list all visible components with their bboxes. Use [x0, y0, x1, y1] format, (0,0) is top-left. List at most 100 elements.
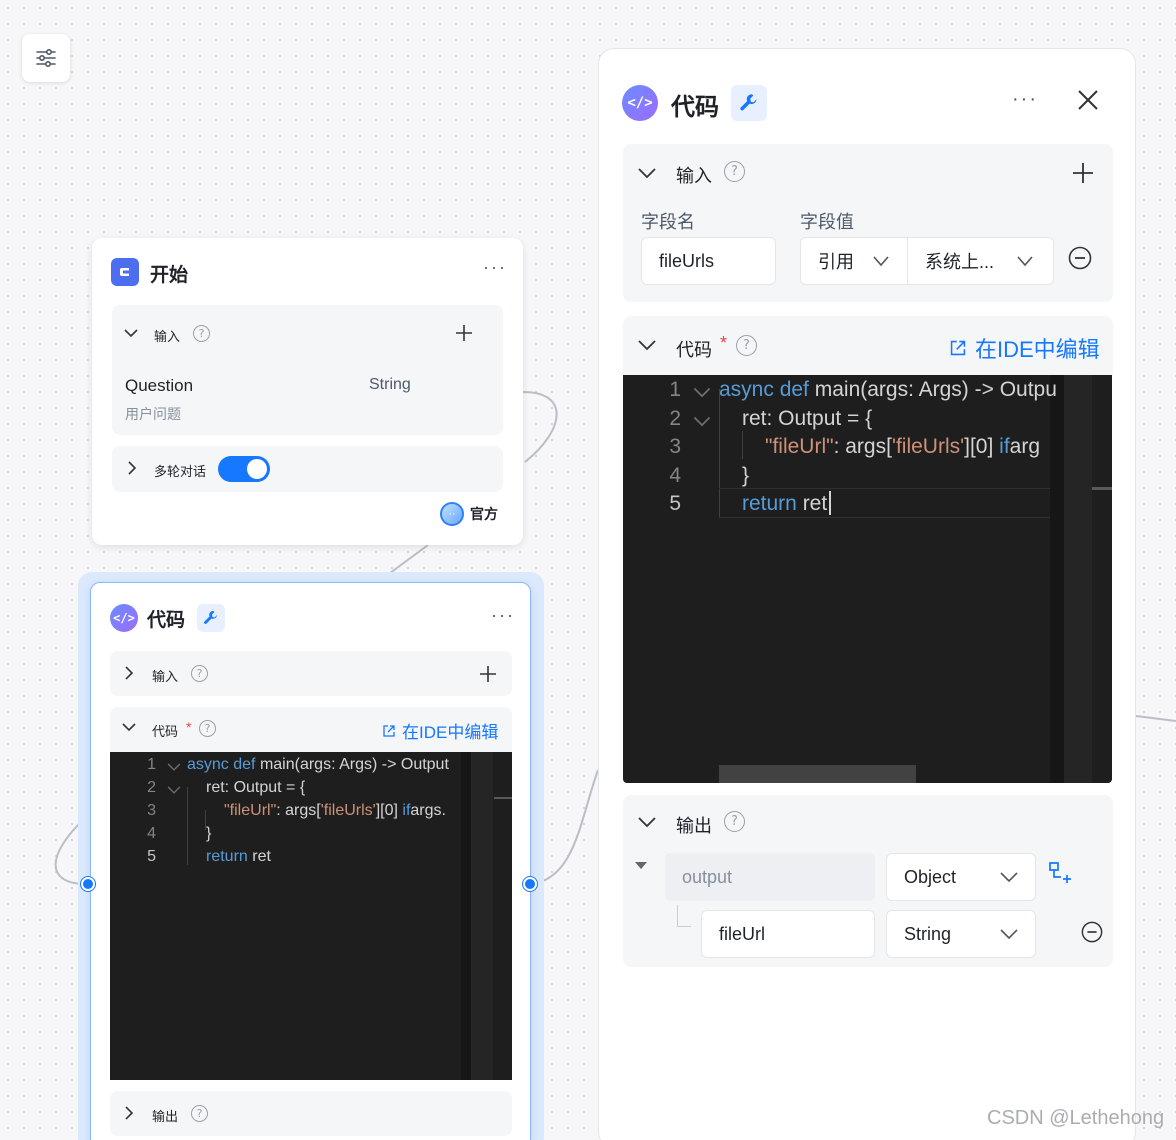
code-token: async def	[187, 756, 256, 773]
start-node[interactable]: 开始 ··· 输入 ? Question String 用户问题 多轮对话 ··…	[92, 238, 523, 545]
fold-chevron-icon[interactable]	[693, 386, 711, 399]
chevron-down-icon[interactable]	[121, 721, 137, 733]
required-mark: *	[186, 719, 192, 735]
help-icon[interactable]: ?	[724, 161, 745, 182]
code-token: ][0]	[375, 802, 403, 819]
code-node-input-port[interactable]	[81, 877, 95, 891]
multi-turn-label: 多轮对话	[154, 464, 207, 479]
line-number: 4	[147, 825, 156, 842]
line-number: 4	[669, 463, 681, 487]
official-avatar-icon: ··	[440, 502, 464, 526]
code-token: }	[206, 825, 212, 842]
chevron-right-icon[interactable]	[123, 1105, 135, 1121]
add-child-field-icon[interactable]	[1047, 861, 1073, 885]
code-token: }	[742, 463, 750, 487]
help-icon[interactable]: ?	[724, 811, 745, 832]
code-node-output-label: 输出	[152, 1109, 179, 1124]
multi-turn-row: 多轮对话	[112, 446, 503, 492]
panel-code-editor[interactable]: 1 async def main(args: Args) -> Outpu 2 ret…	[623, 375, 1112, 783]
output-child-type-select[interactable]: String	[886, 910, 1036, 958]
ref-value-select[interactable]: 系统上...	[908, 238, 1053, 284]
start-field-desc: 用户问题	[125, 406, 181, 422]
code-token: main(args: Args) -> Outpu	[814, 378, 1057, 401]
code-token: return	[742, 492, 797, 515]
edit-external-icon	[950, 340, 966, 356]
editor-scrollbar[interactable]	[494, 797, 512, 799]
code-token: : args[	[833, 435, 892, 458]
line-number: 5	[669, 492, 681, 515]
caret-down-icon[interactable]	[634, 861, 648, 871]
code-node-more-button[interactable]: ···	[491, 606, 515, 624]
remove-field-icon[interactable]	[1068, 246, 1092, 270]
canvas-settings-button[interactable]	[22, 34, 70, 82]
output-child-name-input[interactable]: fileUrl	[701, 910, 875, 958]
line-number: 1	[669, 378, 681, 401]
start-field-name: Question	[125, 376, 194, 395]
code-token: : args[	[276, 802, 321, 819]
ref-type-select[interactable]: 引用	[801, 238, 908, 284]
chevron-right-icon[interactable]	[126, 460, 138, 476]
code-token: "fileUrl"	[224, 802, 277, 819]
code-token: async def	[719, 378, 809, 401]
line-number: 3	[669, 435, 681, 458]
fold-chevron-icon[interactable]	[167, 785, 181, 795]
code-node-output-port[interactable]	[523, 877, 537, 891]
multi-turn-toggle[interactable]	[218, 456, 270, 482]
code-line: async def main(args: Args) -> Output	[187, 756, 449, 774]
line-number: 2	[669, 406, 681, 430]
start-node-more-button[interactable]: ···	[483, 258, 507, 276]
tree-connector	[677, 905, 691, 927]
help-icon[interactable]: ?	[191, 1105, 208, 1122]
output-root-type-value: Object	[904, 866, 957, 887]
chevron-down-icon[interactable]	[637, 338, 657, 352]
add-input-button[interactable]	[455, 324, 473, 342]
output-child-type-value: String	[904, 923, 952, 944]
fold-chevron-icon[interactable]	[693, 415, 711, 428]
chevron-down-icon	[873, 256, 889, 267]
code-token: ret: Output = {	[206, 779, 306, 796]
editor-h-scrollbar[interactable]	[719, 765, 916, 783]
output-root-type-select[interactable]: Object	[886, 853, 1036, 901]
code-token: args.	[410, 802, 446, 819]
watermark: CSDN @Lethehong	[987, 1107, 1165, 1129]
chevron-down-icon	[1017, 256, 1033, 267]
add-input-button[interactable]	[1072, 162, 1094, 184]
help-icon[interactable]: ?	[736, 335, 757, 356]
fold-chevron-icon[interactable]	[167, 762, 181, 772]
help-icon[interactable]: ?	[199, 720, 216, 737]
open-ide-label: 在IDE中编辑	[975, 337, 1100, 362]
editor-minimap	[1064, 375, 1092, 783]
add-input-button[interactable]	[479, 665, 497, 683]
code-node-input-label: 输入	[152, 669, 179, 684]
editor-scrollbar[interactable]	[1092, 487, 1112, 490]
panel-code-label: 代码	[676, 340, 712, 360]
code-token: 'fileUrls'	[891, 435, 965, 458]
output-root-name-text: output	[682, 866, 733, 887]
line-number: 2	[147, 779, 156, 796]
panel-input-label: 输入	[676, 166, 712, 186]
chevron-down-icon[interactable]	[637, 815, 657, 829]
code-line: }	[206, 825, 211, 843]
wrench-icon	[731, 85, 767, 121]
field-name-value: fileUrls	[659, 250, 715, 271]
help-icon[interactable]: ?	[193, 325, 210, 342]
chevron-right-icon[interactable]	[123, 665, 135, 681]
code-node-editor[interactable]: 1 async def main(args: Args) -> Output 2 re…	[110, 752, 512, 1080]
remove-field-icon[interactable]	[1081, 921, 1103, 943]
text-cursor	[829, 491, 831, 515]
required-mark: *	[720, 333, 728, 353]
line-number: 5	[147, 848, 156, 865]
chevron-down-icon[interactable]	[637, 166, 657, 180]
field-name-input[interactable]: fileUrls	[641, 237, 776, 285]
code-node[interactable]: </> 代码 ··· 输入 ? 代码 * ? 在IDE中编辑 1 async de…	[90, 582, 531, 1140]
chevron-down-icon[interactable]	[123, 327, 139, 339]
code-line: return ret	[206, 848, 271, 866]
panel-more-button[interactable]: ···	[1012, 89, 1038, 109]
open-ide-link[interactable]: 在IDE中编辑	[949, 332, 1100, 364]
output-child-name-value: fileUrl	[719, 923, 766, 944]
close-icon[interactable]	[1077, 89, 1099, 111]
help-icon[interactable]: ?	[191, 665, 208, 682]
chevron-down-icon	[1000, 872, 1018, 883]
code-icon: </>	[110, 604, 138, 632]
open-ide-link[interactable]: 在IDE中编辑	[382, 718, 498, 743]
